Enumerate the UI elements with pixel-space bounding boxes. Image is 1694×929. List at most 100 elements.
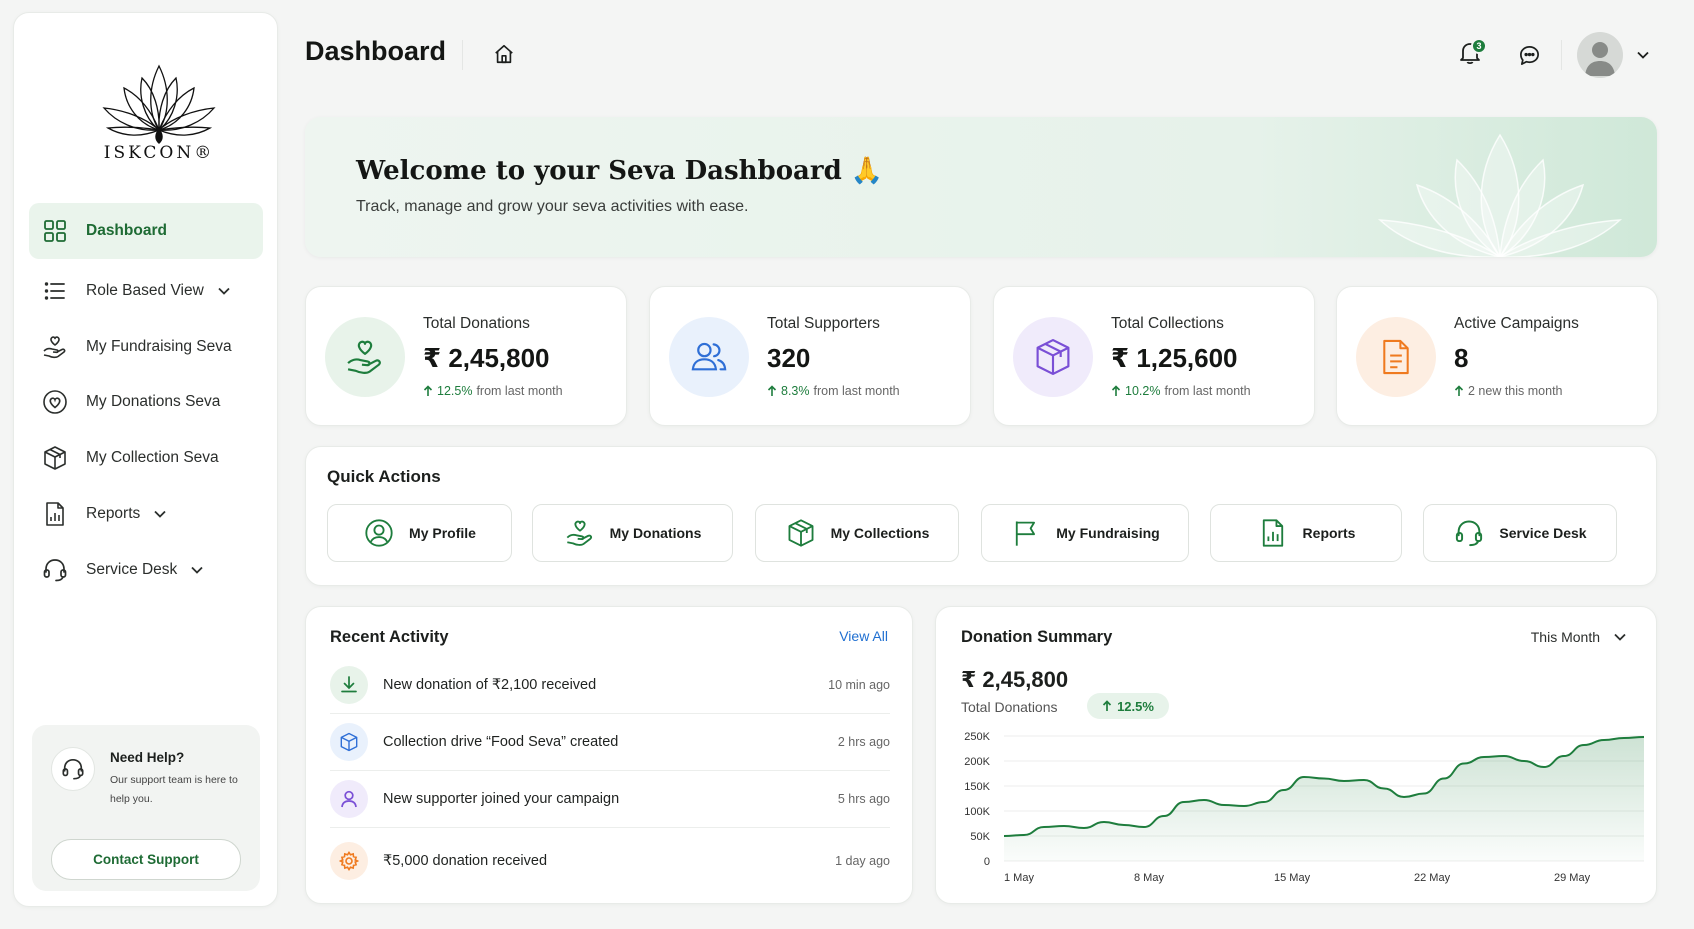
x-tick-label: 8 May xyxy=(1134,872,1164,884)
header-divider xyxy=(1561,40,1562,70)
stat-label: Total Donations xyxy=(423,315,530,332)
sidebar-item-label: My Donations Seva xyxy=(86,393,221,410)
activity-text: New donation of ₹2,100 received xyxy=(383,677,597,693)
x-tick-label: 22 May xyxy=(1414,872,1451,884)
grid-icon xyxy=(42,218,68,244)
hand-heart-icon xyxy=(325,317,405,397)
quick-actions-panel: Quick Actions My Profile My Donations My… xyxy=(305,446,1657,586)
x-tick-label: 15 May xyxy=(1274,872,1311,884)
headset-icon xyxy=(1453,517,1485,549)
flag-icon xyxy=(1010,517,1042,549)
view-all-link[interactable]: View All xyxy=(839,628,888,644)
sidebar-item-my-donations-seva[interactable]: My Donations Seva xyxy=(29,374,263,430)
quick-action-my-fundraising[interactable]: My Fundraising xyxy=(981,504,1189,562)
user-icon xyxy=(330,780,368,818)
sidebar-item-label: My Collection Seva xyxy=(86,449,219,466)
arrow-up-icon xyxy=(423,385,433,396)
lotus-logo-icon xyxy=(102,64,216,144)
quick-action-reports[interactable]: Reports xyxy=(1210,504,1402,562)
notifications-button[interactable]: 3 xyxy=(1457,38,1487,68)
stat-delta-pct: 12.5% xyxy=(437,384,473,398)
quick-action-label: My Donations xyxy=(609,525,702,541)
banner-title: Welcome to your Seva Dashboard 🙏 xyxy=(356,156,884,186)
chevron-down-icon[interactable] xyxy=(1636,49,1650,61)
avatar[interactable] xyxy=(1577,32,1623,78)
quick-actions-title: Quick Actions xyxy=(327,467,441,486)
activity-text: New supporter joined your campaign xyxy=(383,791,620,807)
gear-icon xyxy=(330,841,368,880)
activity-text: ₹5,000 donation received xyxy=(383,852,548,869)
stat-card-active-campaigns[interactable]: Active Campaigns 8 2 new this month xyxy=(1336,286,1658,426)
stat-card-total-donations[interactable]: Total Donations ₹ 2,45,800 12.5% from la… xyxy=(305,286,627,426)
activity-item[interactable]: Collection drive “Food Seva” created 2 h… xyxy=(330,714,890,771)
quick-action-label: My Profile xyxy=(409,525,476,541)
donation-summary-panel: Donation Summary This Month ₹ 2,45,800 T… xyxy=(935,606,1657,904)
header-divider xyxy=(462,40,463,70)
iskcon-logo: ISKCON® xyxy=(94,58,224,173)
quick-action-my-collections[interactable]: My Collections xyxy=(755,504,959,562)
recent-activity-title: Recent Activity xyxy=(330,628,449,646)
quick-action-service-desk[interactable]: Service Desk xyxy=(1423,504,1617,562)
sidebar-item-service-desk[interactable]: Service Desk xyxy=(29,542,263,598)
stat-label: Active Campaigns xyxy=(1454,315,1579,332)
welcome-banner: Welcome to your Seva Dashboard 🙏 Track, … xyxy=(305,117,1657,257)
chat-icon[interactable] xyxy=(1516,42,1542,68)
stat-delta: 2 new this month xyxy=(1454,384,1563,398)
activity-item[interactable]: ₹5,000 donation received 1 day ago xyxy=(330,832,890,889)
report-icon xyxy=(42,501,68,527)
arrow-up-icon xyxy=(1111,385,1121,396)
sidebar-item-my-collection-seva[interactable]: My Collection Seva xyxy=(29,430,263,486)
hand-heart-icon xyxy=(564,517,596,549)
stat-label: Total Collections xyxy=(1111,315,1224,332)
stat-value: ₹ 2,45,800 xyxy=(423,343,550,373)
box-icon xyxy=(330,723,368,761)
banner-subtitle: Track, manage and grow your seva activit… xyxy=(356,198,749,215)
activity-time: 2 hrs ago xyxy=(837,735,890,749)
sidebar-item-reports[interactable]: Reports xyxy=(29,486,263,542)
logo-text: ISKCON® xyxy=(103,143,215,163)
quick-action-label: My Collections xyxy=(830,525,930,541)
activity-text: Collection drive “Food Seva” created xyxy=(383,734,619,750)
contact-support-button[interactable]: Contact Support xyxy=(51,839,241,880)
stat-delta: 12.5% from last month xyxy=(423,384,563,398)
donation-chart: 0 50K 100K 150K 200K 250K 1 May 8 May 15 May 22 M… xyxy=(964,731,1645,884)
y-tick-label: 0 xyxy=(984,856,990,868)
quick-action-my-donations[interactable]: My Donations xyxy=(532,504,733,562)
list-icon xyxy=(42,278,68,304)
stat-value: 8 xyxy=(1454,343,1469,373)
stat-card-total-supporters[interactable]: Total Supporters 320 8.3% from last mont… xyxy=(649,286,971,426)
sidebar-item-role-based-view[interactable]: Role Based View xyxy=(29,263,263,319)
stat-label: Total Supporters xyxy=(767,315,880,332)
y-tick-label: 150K xyxy=(964,781,990,793)
headset-icon xyxy=(42,557,68,583)
y-tick-label: 50K xyxy=(970,831,990,843)
quick-action-label: Service Desk xyxy=(1499,525,1587,541)
download-icon xyxy=(330,666,368,704)
lotus-decoration-icon xyxy=(1377,133,1623,257)
sidebar-item-label: My Fundraising Seva xyxy=(86,338,232,355)
sidebar-item-dashboard[interactable]: Dashboard xyxy=(29,203,263,259)
sidebar-item-my-fundraising-seva[interactable]: My Fundraising Seva xyxy=(29,319,263,375)
sidebar-item-label: Reports xyxy=(86,505,141,522)
headset-icon xyxy=(51,747,95,791)
box-icon xyxy=(42,445,68,471)
stat-card-total-collections[interactable]: Total Collections ₹ 1,25,600 10.2% from … xyxy=(993,286,1315,426)
activity-item[interactable]: New supporter joined your campaign 5 hrs… xyxy=(330,771,890,828)
sidebar-item-label: Service Desk xyxy=(86,561,178,578)
x-tick-label: 1 May xyxy=(1004,872,1034,884)
home-icon[interactable] xyxy=(492,42,516,66)
page-title: Dashboard xyxy=(305,36,447,66)
recent-activity-panel: Recent Activity View All New donation of… xyxy=(305,606,913,904)
user-circle-icon xyxy=(363,517,395,549)
activity-item[interactable]: New donation of ₹2,100 received 10 min a… xyxy=(330,657,890,714)
sidebar-item-label: Dashboard xyxy=(86,222,167,239)
quick-action-label: Reports xyxy=(1302,525,1356,541)
quick-action-label: My Fundraising xyxy=(1056,525,1160,541)
y-tick-label: 250K xyxy=(964,731,990,743)
activity-time: 5 hrs ago xyxy=(837,792,890,806)
stat-value: 320 xyxy=(767,343,811,373)
quick-action-my-profile[interactable]: My Profile xyxy=(327,504,512,562)
notification-count-badge: 3 xyxy=(1471,38,1487,54)
hand-heart-icon xyxy=(42,334,68,360)
y-tick-label: 200K xyxy=(964,756,990,768)
